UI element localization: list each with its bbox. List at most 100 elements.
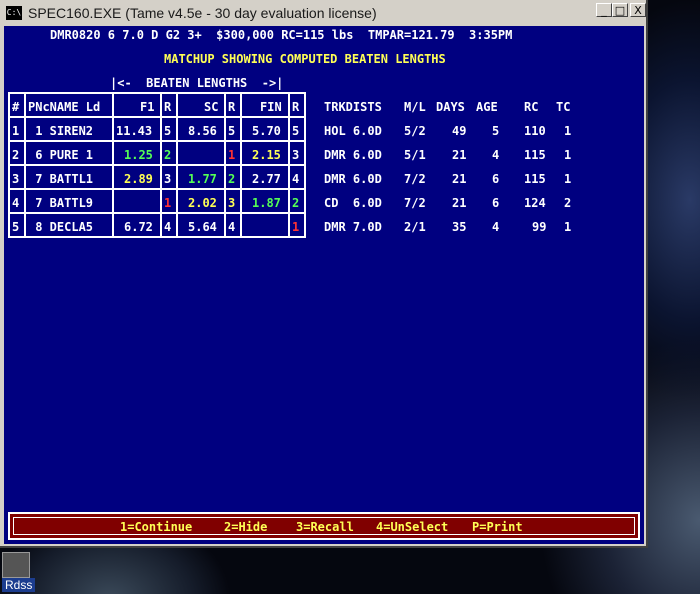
table-cell-pn-name: 8 DECLA5	[28, 220, 94, 234]
col-header-fin: FIN	[260, 100, 282, 114]
table-cell-ml: 2/1	[404, 220, 426, 234]
table-cell-r1: 5	[164, 124, 172, 138]
table-cell-sc: 8.56	[188, 124, 217, 138]
table-cell-r2: 2	[228, 172, 236, 186]
hide-key[interactable]: 2=Hide	[224, 520, 267, 534]
desktop-shortcut-icon[interactable]	[2, 552, 30, 578]
table-cell-r1: 3	[164, 172, 172, 186]
col-header-r1: R	[164, 100, 172, 114]
minimize-button[interactable]: _	[596, 3, 612, 17]
console-screen: DMR0820 6 7.0 D G2 3+ $300,000 RC=115 lb…	[4, 26, 644, 544]
table-cell-fin: 1.87	[252, 196, 281, 210]
table-cell-r2: 1	[228, 148, 236, 162]
table-cell-days: 21	[452, 196, 467, 210]
table-cell-num: 4	[12, 196, 20, 210]
table-cell-trkdists: DMR 7.0D	[324, 220, 382, 234]
table-column-border	[24, 92, 26, 238]
table-cell-r1: 1	[164, 196, 172, 210]
table-column-border	[8, 92, 10, 238]
table-cell-pn-name: 1 SIREN2	[28, 124, 94, 138]
table-cell-sc: 2.02	[188, 196, 217, 210]
table-cell-tc: 1	[564, 148, 572, 162]
print-key-label: =Print	[479, 520, 523, 534]
table-cell-pn-name: 7 BATTL9	[28, 196, 94, 210]
matchup-subtitle: MATCHUP SHOWING COMPUTED BEATEN LENGTHS	[164, 52, 446, 66]
table-cell-trkdists: CD 6.0D	[324, 196, 382, 210]
col-header-tc: TC	[556, 100, 571, 114]
table-cell-tc: 1	[564, 124, 572, 138]
hide-key-label: =Hide	[231, 520, 268, 534]
col-header-pn-name: PNcNAME Ld	[28, 100, 101, 114]
col-header-r3: R	[292, 100, 300, 114]
continue-key[interactable]: 1=Continue	[120, 520, 192, 534]
recall-key-label: =Recall	[303, 520, 354, 534]
table-cell-fin: 2.77	[252, 172, 281, 186]
table-row-border	[8, 140, 306, 142]
table-cell-sc: 1.77	[188, 172, 217, 186]
table-cell-age: 5	[492, 124, 500, 138]
table-column-border	[160, 92, 162, 238]
table-cell-r3: 3	[292, 148, 300, 162]
table-column-border	[176, 92, 178, 238]
col-header-sc: SC	[204, 100, 219, 114]
desktop-shortcut-label[interactable]: Rdss	[2, 578, 36, 592]
col-header-days: DAYS	[436, 100, 465, 114]
table-cell-rc: 124	[524, 196, 546, 210]
table-cell-f1: 6.72	[124, 220, 153, 234]
table-cell-days: 35	[452, 220, 467, 234]
table-cell-r2: 4	[228, 220, 236, 234]
table-cell-r1: 4	[164, 220, 172, 234]
table-cell-r2: 5	[228, 124, 236, 138]
table-cell-num: 3	[12, 172, 20, 186]
unselect-key[interactable]: 4=UnSelect	[376, 520, 448, 534]
table-column-border	[112, 92, 114, 238]
table-cell-rc: 99	[532, 220, 547, 234]
table-cell-r1: 2	[164, 148, 172, 162]
table-cell-age: 6	[492, 172, 500, 186]
table-cell-tc: 1	[564, 172, 572, 186]
col-header-trkdists: TRKDISTS	[324, 100, 382, 114]
table-cell-age: 6	[492, 196, 500, 210]
table-cell-pn-name: 7 BATTL1	[28, 172, 94, 186]
table-row-border	[8, 212, 306, 214]
table-cell-r3: 4	[292, 172, 300, 186]
title-bar[interactable]: C:\ SPEC160.EXE (Tame v4.5e - 30 day eva…	[2, 2, 644, 24]
maximize-button[interactable]: □	[612, 3, 628, 17]
beaten-lengths-label: |<- BEATEN LENGTHS ->|	[110, 76, 284, 90]
close-button[interactable]: X	[630, 3, 646, 17]
table-cell-days: 49	[452, 124, 467, 138]
table-row-border	[8, 164, 306, 166]
table-cell-r2: 3	[228, 196, 236, 210]
table-cell-trkdists: DMR 6.0D	[324, 172, 382, 186]
table-top-border	[8, 92, 306, 94]
table-cell-num: 5	[12, 220, 20, 234]
table-bottom-border	[8, 236, 306, 238]
table-cell-f1: 11.43	[116, 124, 153, 138]
table-cell-trkdists: HOL 6.0D	[324, 124, 382, 138]
table-cell-sc: 5.64	[188, 220, 217, 234]
table-cell-ml: 5/1	[404, 148, 426, 162]
console-app-icon[interactable]: C:\	[6, 6, 22, 20]
table-cell-r3: 5	[292, 124, 300, 138]
continue-key-label: =Continue	[127, 520, 193, 534]
col-header-num: #	[12, 100, 20, 114]
recall-key[interactable]: 3=Recall	[296, 520, 354, 534]
table-cell-f1: 2.89	[124, 172, 153, 186]
table-header-border	[8, 116, 306, 118]
table-cell-rc: 115	[524, 148, 546, 162]
table-cell-age: 4	[492, 148, 500, 162]
table-cell-num: 2	[12, 148, 20, 162]
col-header-rc: RC	[524, 100, 539, 114]
table-cell-rc: 110	[524, 124, 546, 138]
table-column-border	[224, 92, 226, 238]
table-cell-age: 4	[492, 220, 500, 234]
print-key[interactable]: P=Print	[472, 520, 523, 534]
table-cell-fin: 5.70	[252, 124, 281, 138]
col-header-f1: F1	[140, 100, 155, 114]
table-cell-fin: 2.15	[252, 148, 281, 162]
table-cell-num: 1	[12, 124, 20, 138]
table-cell-tc: 2	[564, 196, 572, 210]
table-cell-days: 21	[452, 148, 467, 162]
table-cell-rc: 115	[524, 172, 546, 186]
table-cell-trkdists: DMR 6.0D	[324, 148, 382, 162]
